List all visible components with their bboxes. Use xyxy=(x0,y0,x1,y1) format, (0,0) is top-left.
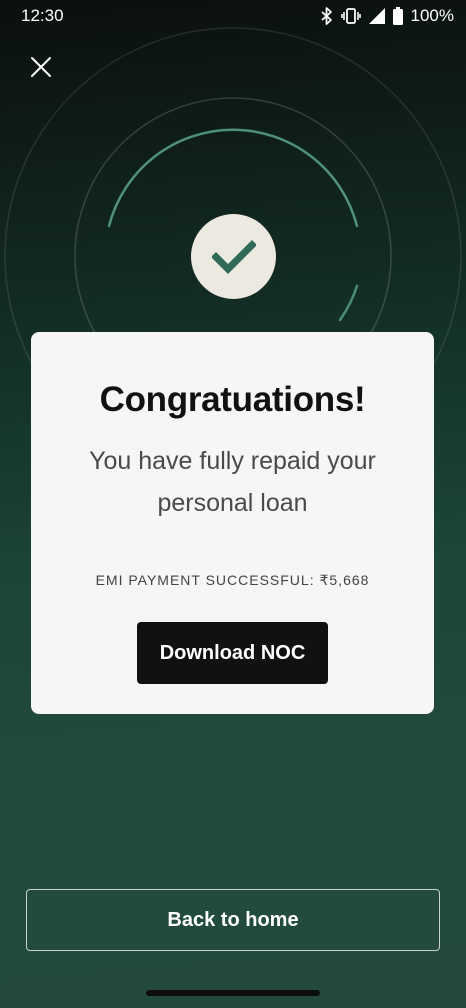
status-bar: 12:30 100% xyxy=(0,0,466,32)
gesture-nav-handle[interactable] xyxy=(146,990,320,996)
battery-icon xyxy=(392,7,403,25)
bluetooth-icon xyxy=(320,7,333,25)
card-subtitle: You have fully repaid your personal loan xyxy=(89,447,376,517)
signal-icon xyxy=(368,8,385,24)
card-title: Congratuations! xyxy=(99,380,366,419)
close-icon xyxy=(31,57,51,77)
back-to-home-button[interactable]: Back to home xyxy=(26,889,440,951)
success-card: Congratuations! You have fully repaid yo… xyxy=(31,332,434,714)
vibrate-icon xyxy=(340,7,361,25)
checkmark-icon xyxy=(211,239,256,274)
download-noc-button[interactable]: Download NOC xyxy=(137,622,328,684)
status-icons: 100% xyxy=(320,6,454,26)
success-badge xyxy=(191,214,276,299)
battery-percent: 100% xyxy=(410,6,454,25)
close-button[interactable] xyxy=(24,50,58,84)
status-time: 12:30 xyxy=(21,6,64,25)
payment-status-text: EMI PAYMENT SUCCESSFUL: ₹5,668 xyxy=(95,572,370,588)
